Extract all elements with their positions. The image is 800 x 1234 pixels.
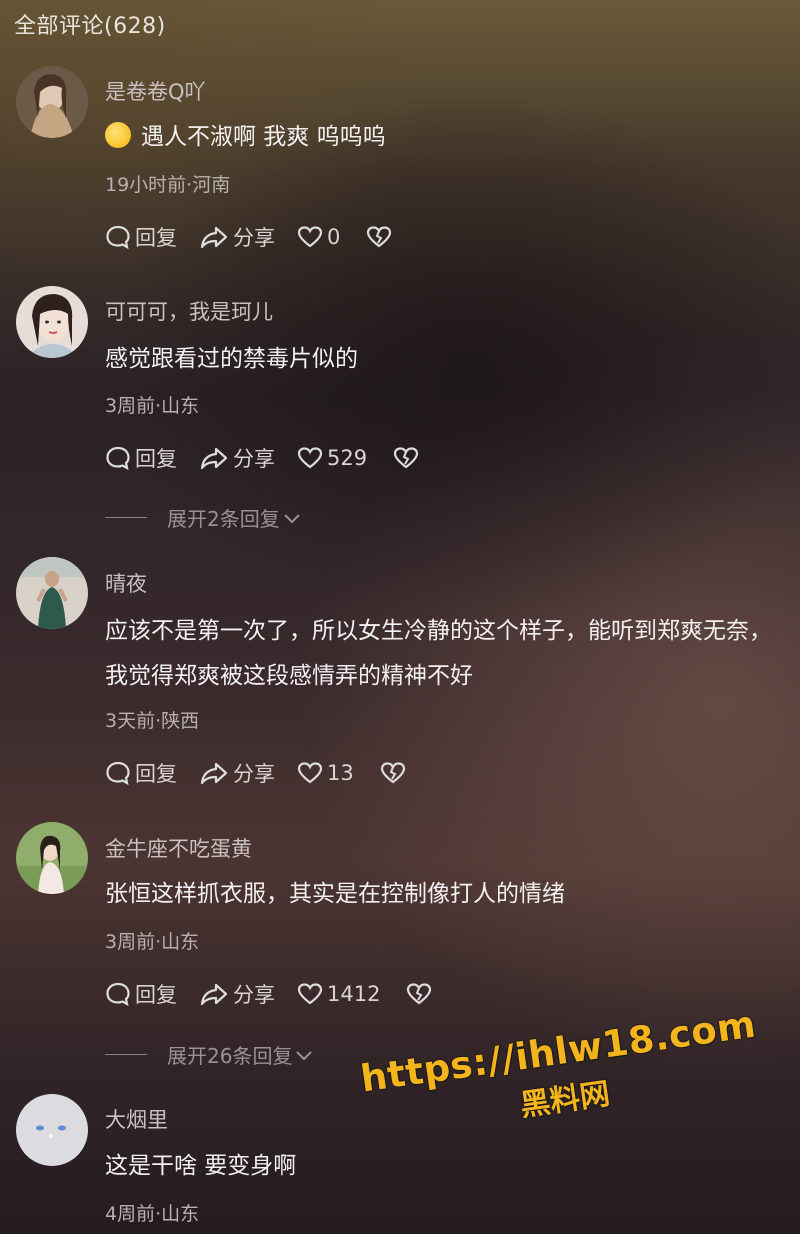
comment-text: 张恒这样抓衣服，其实是在控制像打人的情绪: [105, 881, 565, 907]
like-button[interactable]: 1412: [297, 982, 380, 1006]
like-count: 529: [327, 446, 368, 470]
avatar[interactable]: [16, 66, 88, 138]
comment-username[interactable]: 大烟里: [105, 1104, 168, 1134]
heart-icon: [297, 762, 323, 784]
like-count: 13: [327, 761, 354, 785]
share-button[interactable]: 分享: [199, 758, 275, 788]
expand-replies-button[interactable]: 展开26条回复: [105, 1040, 314, 1069]
reply-button[interactable]: 回复: [105, 758, 177, 788]
share-icon: [200, 983, 228, 1006]
share-icon: [200, 447, 228, 470]
heart-icon: [297, 226, 323, 248]
avatar[interactable]: [16, 822, 88, 894]
dislike-button[interactable]: [366, 225, 396, 249]
comment-actions: 回复 分享 0: [105, 220, 418, 254]
avatar[interactable]: [16, 1094, 88, 1166]
dislike-button[interactable]: [406, 982, 436, 1006]
like-button[interactable]: 529: [297, 446, 367, 470]
divider: [105, 1054, 147, 1055]
chevron-down-icon: [296, 1050, 313, 1060]
comment-actions: 回复 分享 529: [105, 441, 445, 475]
share-button[interactable]: 分享: [199, 222, 275, 252]
comment-username[interactable]: 晴夜: [105, 568, 147, 598]
share-button[interactable]: 分享: [199, 979, 275, 1009]
heart-icon: [297, 983, 323, 1005]
dislike-button[interactable]: [380, 761, 410, 785]
comment-meta: 19小时前·河南: [105, 174, 231, 196]
comment-actions: 回复 分享 1412: [105, 977, 458, 1011]
comment-actions: 回复 分享 13: [105, 756, 432, 790]
chevron-down-icon: [284, 513, 300, 523]
comment-meta: 3周前·山东: [105, 931, 200, 953]
avatar[interactable]: [16, 557, 88, 629]
broken-heart-icon: [393, 447, 419, 469]
reply-icon: [106, 982, 130, 1007]
broken-heart-icon: [380, 762, 405, 784]
share-button[interactable]: 分享: [199, 443, 275, 473]
share-icon: [200, 226, 228, 249]
dislike-button[interactable]: [393, 446, 423, 470]
comment-meta: 3周前·山东: [105, 395, 200, 417]
like-count: 0: [327, 225, 341, 249]
like-button[interactable]: 13: [297, 761, 354, 785]
comment-text: 这是干啥 要变身啊: [105, 1153, 297, 1179]
heart-icon: [297, 447, 323, 469]
comment-meta: 4周前·山东: [105, 1203, 200, 1225]
comment-username[interactable]: 是卷卷Q吖: [105, 76, 206, 106]
watermark: https://ihlw18.com 黑料网: [358, 1003, 765, 1147]
reply-icon: [106, 446, 130, 471]
comment-text: 感觉跟看过的禁毒片似的: [105, 346, 358, 372]
expand-replies-button[interactable]: 展开2条回复: [105, 503, 302, 532]
share-icon: [200, 762, 228, 785]
comment-username[interactable]: 金牛座不吃蛋黄: [105, 833, 252, 863]
reply-icon: [106, 761, 130, 786]
broken-heart-icon: [407, 983, 432, 1005]
like-button[interactable]: 0: [297, 225, 340, 249]
reply-button[interactable]: 回复: [105, 222, 177, 252]
comment-meta: 3天前·陕西: [105, 710, 200, 732]
laughing-crying-emoji-icon: [105, 122, 131, 148]
reply-button[interactable]: 回复: [105, 443, 177, 473]
comment-username[interactable]: 可可可，我是珂儿: [105, 296, 273, 326]
reply-icon: [106, 225, 130, 250]
comment-text: 遇人不淑啊 我爽 呜呜呜: [105, 115, 785, 160]
avatar[interactable]: [16, 286, 88, 358]
comment-text: 应该不是第一次了，所以女生冷静的这个样子，能听到郑爽无奈，我觉得郑爽被这段感情弄…: [105, 618, 772, 689]
reply-button[interactable]: 回复: [105, 979, 177, 1009]
like-count: 1412: [327, 982, 381, 1006]
divider: [105, 517, 147, 518]
comments-header: 全部评论(628): [14, 14, 166, 39]
broken-heart-icon: [367, 226, 392, 248]
